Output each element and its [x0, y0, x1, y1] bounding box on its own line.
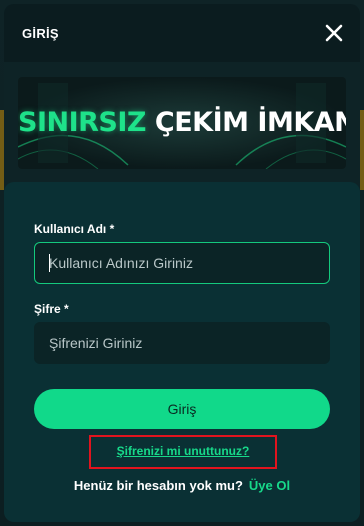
- banner-headline: SINIRSIZ ÇEKİM İMKANI: [18, 107, 346, 138]
- banner-word-2: ÇEKİM İMKANI: [154, 107, 346, 138]
- forgot-password-link[interactable]: Şifrenizi mi unuttunuz?: [89, 444, 277, 458]
- login-submit-button[interactable]: Giriş: [34, 389, 330, 429]
- text-caret: [49, 254, 50, 272]
- promo-banner: SINIRSIZ ÇEKİM İMKANI: [18, 77, 346, 169]
- close-button[interactable]: [322, 21, 346, 45]
- background-page-edge: [360, 110, 364, 190]
- banner-word-1: SINIRSIZ: [18, 107, 147, 138]
- signup-row: Henüz bir hesabın yok mu? Üye Ol: [4, 478, 360, 493]
- close-icon: [325, 24, 343, 42]
- username-input[interactable]: [34, 242, 330, 284]
- login-form: Kullanıcı Adı * Şifre * Giriş Şifrenizi …: [4, 182, 360, 522]
- password-input[interactable]: [34, 322, 330, 364]
- password-label: Şifre *: [34, 302, 69, 316]
- username-label: Kullanıcı Adı *: [34, 222, 115, 236]
- login-modal: GİRİŞ SINIRSIZ ÇEKİM İMKANI Kullanıcı Ad…: [4, 4, 360, 522]
- signup-link[interactable]: Üye Ol: [249, 478, 290, 493]
- modal-header: GİRİŞ: [4, 4, 360, 62]
- no-account-text: Henüz bir hesabın yok mu?: [73, 478, 243, 493]
- modal-title: GİRİŞ: [22, 25, 59, 41]
